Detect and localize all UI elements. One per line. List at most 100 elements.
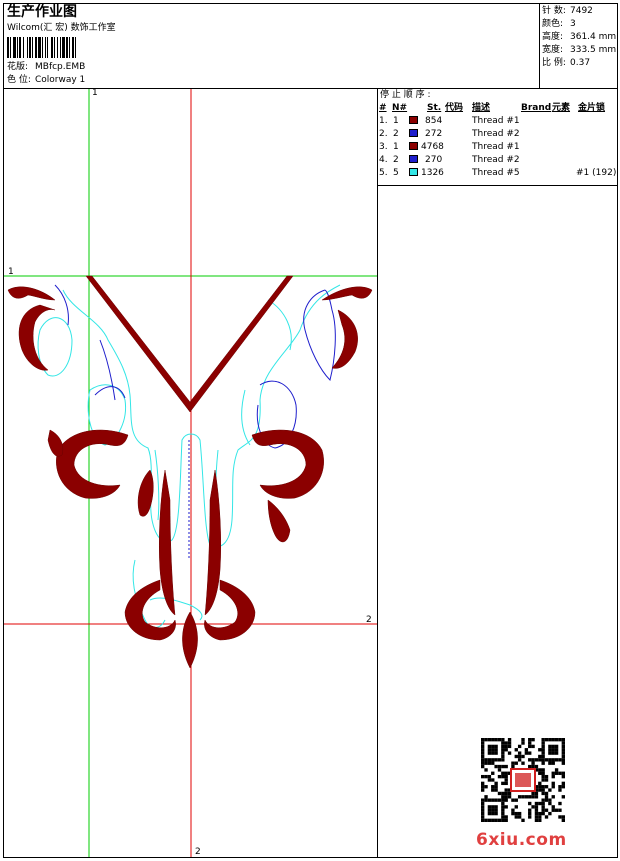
qr-module bbox=[501, 764, 505, 769]
qr-module bbox=[497, 791, 502, 796]
qr-module bbox=[507, 744, 512, 749]
qr-module bbox=[501, 801, 505, 806]
qr-module bbox=[494, 798, 498, 802]
design-value: MBfcp.EMB bbox=[35, 62, 86, 72]
qr-module bbox=[501, 795, 505, 799]
qr-module bbox=[521, 795, 525, 799]
qr-module bbox=[554, 744, 559, 749]
qr-module bbox=[497, 768, 502, 772]
qr-module bbox=[531, 758, 535, 762]
stem-left bbox=[158, 469, 176, 616]
stat-stitches-label: 针 数: bbox=[542, 6, 566, 16]
qr-module bbox=[528, 738, 532, 742]
cyan-outline-right bbox=[241, 299, 292, 446]
barcode-bar bbox=[69, 37, 70, 58]
qr-module bbox=[544, 738, 549, 742]
qr-module bbox=[524, 748, 529, 752]
qr-module bbox=[487, 805, 492, 809]
stat-scale-value: 0.37 bbox=[570, 58, 591, 68]
qr-module bbox=[561, 785, 565, 789]
qr-module bbox=[481, 741, 485, 745]
qr-module bbox=[548, 798, 552, 802]
qr-module bbox=[538, 768, 542, 772]
row-stitches: 272 bbox=[425, 129, 443, 139]
qr-module bbox=[494, 805, 498, 809]
qr-module bbox=[501, 754, 505, 759]
qr-module bbox=[541, 738, 545, 742]
axis-label-green-top: 1 bbox=[92, 88, 98, 98]
qr-module bbox=[551, 761, 555, 765]
qr-module bbox=[501, 738, 505, 742]
qr-module bbox=[528, 744, 532, 749]
qr-module bbox=[541, 771, 545, 775]
row-needle: 1 bbox=[393, 116, 399, 126]
col-index: # bbox=[379, 103, 387, 113]
sequence-title: 停 止 顺 序 : bbox=[380, 90, 431, 100]
qr-module bbox=[531, 795, 535, 799]
qr-module bbox=[507, 791, 512, 796]
qr-module bbox=[541, 754, 545, 759]
col-element: 元素 bbox=[552, 103, 571, 113]
qr-module bbox=[487, 778, 492, 782]
qr-module bbox=[541, 808, 545, 812]
qr-module bbox=[544, 808, 549, 812]
qr-module bbox=[501, 815, 505, 819]
qr-module bbox=[551, 774, 555, 779]
row-description: Thread #2 bbox=[472, 155, 520, 165]
stem-right bbox=[204, 469, 222, 616]
qr-module bbox=[541, 744, 545, 749]
qr-module bbox=[494, 758, 498, 762]
row-index: 3. bbox=[379, 142, 388, 152]
qr-module bbox=[497, 818, 502, 822]
qr-module bbox=[538, 788, 542, 792]
qr-module bbox=[538, 748, 542, 752]
qr-module bbox=[501, 791, 505, 796]
qr-module bbox=[517, 758, 522, 762]
seal-stamp bbox=[510, 768, 536, 792]
qr-module bbox=[501, 744, 505, 749]
qr-module bbox=[487, 798, 492, 802]
page-title: 生产作业图 bbox=[7, 4, 77, 20]
qr-module bbox=[484, 738, 488, 742]
qr-module bbox=[561, 741, 565, 745]
barcode-bar bbox=[51, 37, 53, 58]
qr-module bbox=[551, 808, 555, 812]
qr-module bbox=[507, 795, 512, 799]
qr-module bbox=[517, 815, 522, 819]
qr-module bbox=[501, 741, 505, 745]
qr-module bbox=[481, 801, 485, 806]
qr-module bbox=[551, 795, 555, 799]
qr-module bbox=[481, 811, 485, 816]
qr-module bbox=[501, 748, 505, 752]
qr-module bbox=[534, 801, 539, 806]
qr-module bbox=[514, 748, 518, 752]
qr-module bbox=[494, 744, 498, 749]
stat-colors-label: 颜色: bbox=[542, 19, 564, 29]
swirl-mid-right bbox=[251, 429, 324, 499]
cyan-outline-left bbox=[62, 284, 341, 548]
colorway-value: Colorway 1 bbox=[35, 75, 86, 85]
qr-module bbox=[551, 738, 555, 742]
qr-module bbox=[534, 815, 539, 819]
qr-module bbox=[481, 748, 485, 752]
qr-module bbox=[494, 764, 498, 769]
barcode-bar bbox=[23, 37, 24, 58]
qr-module bbox=[481, 751, 485, 755]
qr-module bbox=[481, 744, 485, 749]
qr-module bbox=[544, 774, 549, 779]
qr-module bbox=[524, 795, 529, 799]
qr-module bbox=[538, 771, 542, 775]
barcode-bar bbox=[38, 37, 41, 58]
neckline-v bbox=[85, 275, 294, 413]
barcode-bar bbox=[57, 37, 58, 58]
qr-module bbox=[538, 811, 542, 816]
qr-module bbox=[491, 744, 495, 749]
qr-module bbox=[491, 788, 495, 792]
seal-inner bbox=[515, 773, 531, 787]
qr-module bbox=[521, 741, 525, 745]
colorway-label: 色 位: bbox=[7, 75, 31, 85]
qr-module bbox=[541, 748, 545, 752]
embroidery-canvas bbox=[4, 89, 377, 857]
qr-module bbox=[504, 788, 508, 792]
qr-module bbox=[491, 771, 495, 775]
